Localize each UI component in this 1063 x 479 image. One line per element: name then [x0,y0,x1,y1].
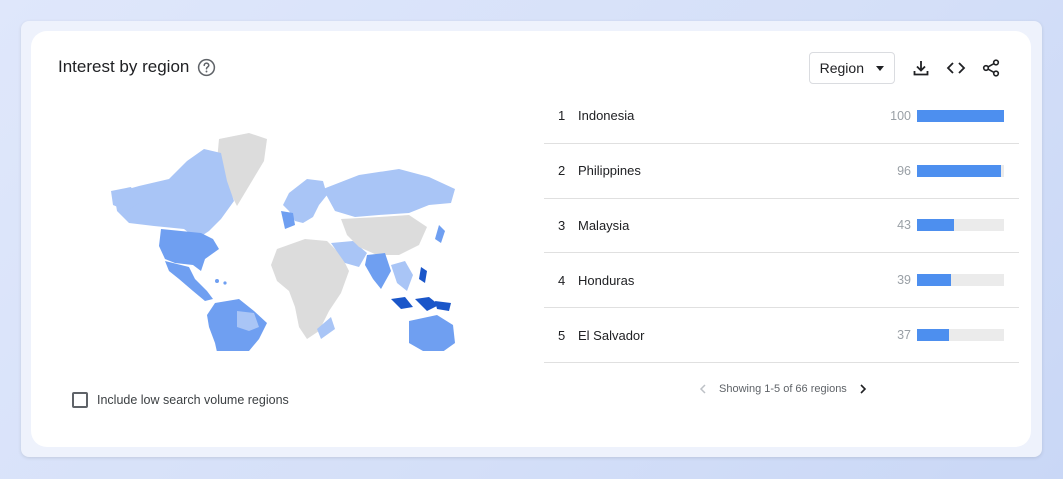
map-indonesia [391,297,451,311]
region-row[interactable]: 1 Indonesia 100 [544,89,1019,144]
map-australia [409,315,455,351]
region-row[interactable]: 5 El Salvador 37 [544,308,1019,363]
region-rank: 2 [558,163,566,179]
region-select[interactable]: Region [808,52,895,84]
card-header: Interest by region [58,57,216,77]
region-value: 100 [890,108,911,123]
download-icon[interactable] [909,56,933,80]
map-mexico [165,261,213,301]
region-bar-track [917,274,1004,287]
region-bar-fill [917,329,950,342]
region-row[interactable]: 3 Malaysia 43 [544,199,1019,254]
low-volume-checkbox[interactable] [72,392,88,408]
region-rank: 1 [558,108,566,124]
region-value: 96 [897,163,911,178]
region-bar-fill [917,274,951,287]
region-name[interactable]: El Salvador [578,328,644,343]
region-rank: 3 [558,217,566,233]
region-bar-track [917,219,1004,232]
region-bar-fill [917,109,1004,122]
chevron-left-icon[interactable] [695,381,711,397]
embed-icon[interactable] [944,56,968,80]
map-india [365,253,391,289]
region-name[interactable]: Honduras [578,273,634,288]
region-rank: 4 [558,272,566,288]
chevron-right-icon[interactable] [855,381,871,397]
world-map[interactable] [109,131,459,351]
caret-down-icon [876,65,884,71]
region-bar-fill [917,164,1001,177]
region-value: 37 [897,328,911,343]
region-bar-track [917,164,1004,177]
pagination-text: Showing 1-5 of 66 regions [719,383,847,395]
region-select-label: Region [819,60,864,76]
share-icon[interactable] [979,56,1003,80]
region-rank: 5 [558,327,566,343]
region-name[interactable]: Philippines [578,163,641,178]
region-bar-track [917,329,1004,342]
pagination: Showing 1-5 of 66 regions [695,381,871,397]
map-russia [323,169,455,217]
region-name[interactable]: Malaysia [578,218,629,233]
region-value: 39 [897,273,911,288]
interest-by-region-card: Interest by region Region Include low se… [31,31,1031,447]
map-philippines [419,267,427,283]
card-toolbar: Region [808,52,1003,84]
low-volume-checkbox-label: Include low search volume regions [97,393,289,407]
region-list: 1 Indonesia 100 2 Philippines 96 3 Malaysia 43 4 H… [544,89,1019,363]
low-volume-checkbox-row[interactable]: Include low search volume regions [72,392,289,408]
map-africa [271,239,349,339]
card-title: Interest by region [58,57,190,76]
region-value: 43 [897,218,911,233]
region-bar-fill [917,219,955,232]
region-row[interactable]: 2 Philippines 96 [544,144,1019,199]
region-name[interactable]: Indonesia [578,108,634,123]
region-row[interactable]: 4 Honduras 39 [544,253,1019,309]
help-icon[interactable] [197,58,216,77]
region-bar-track [917,109,1004,122]
